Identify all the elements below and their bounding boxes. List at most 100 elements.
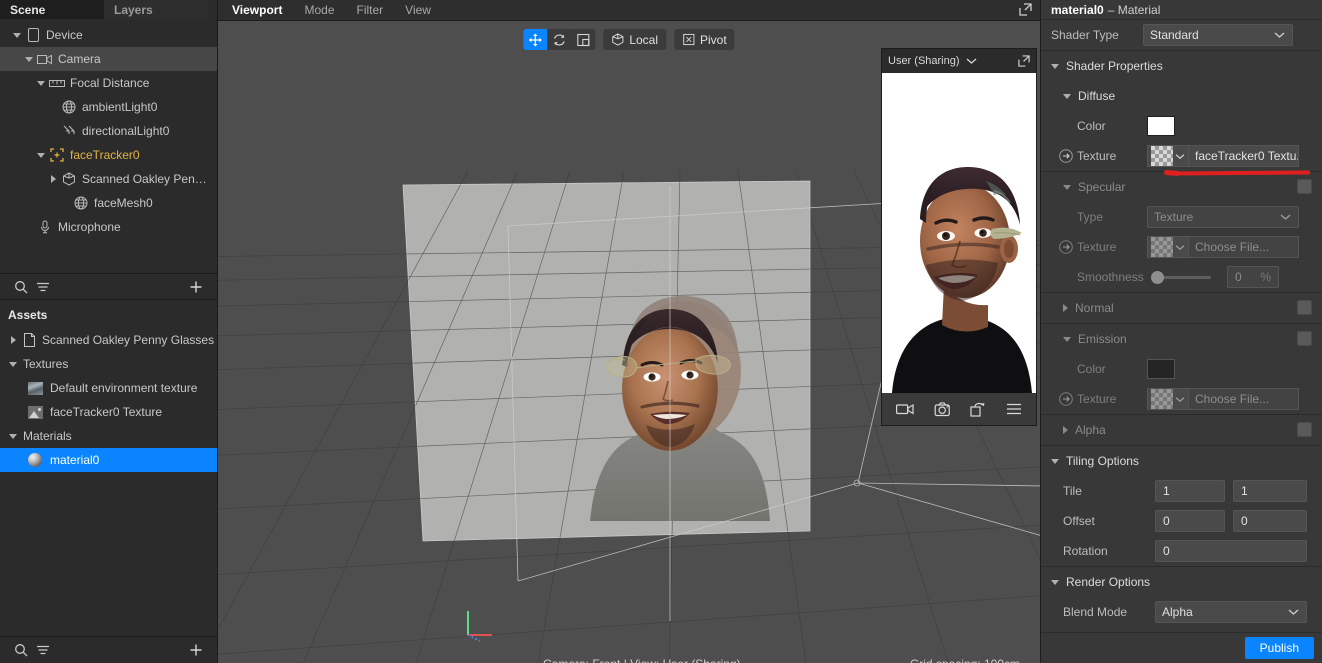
percent-unit: %: [1260, 270, 1271, 285]
render-options-section[interactable]: Render Options: [1041, 567, 1322, 597]
emission-texture-picker[interactable]: Choose File...: [1147, 388, 1299, 411]
alpha-section[interactable]: Alpha: [1041, 415, 1322, 445]
search-icon[interactable]: [10, 276, 32, 298]
menu-viewport[interactable]: Viewport: [232, 3, 282, 17]
tree-item-microphone[interactable]: Microphone: [0, 215, 217, 239]
normal-toggle[interactable]: [1297, 300, 1312, 316]
inspector-title: material0 – Material: [1041, 0, 1322, 20]
tile-y-value: 1: [1241, 484, 1248, 499]
specular-texture-value[interactable]: Choose File...: [1188, 236, 1299, 259]
menu-view[interactable]: View: [405, 3, 431, 17]
asset-facetracker0-texture[interactable]: faceTracker0 Texture: [0, 400, 217, 424]
chevron-down-icon: [1175, 396, 1185, 403]
twisty-down-icon[interactable]: [10, 32, 24, 38]
expand-icon[interactable]: [1019, 3, 1032, 16]
tree-item-camera[interactable]: Camera: [0, 47, 217, 71]
tree-item-facetracker0[interactable]: faceTracker0: [0, 143, 217, 167]
diffuse-texture-row: Texture faceTracker0 Textu...: [1041, 141, 1322, 171]
preview-header: User (Sharing): [882, 49, 1036, 73]
twisty-right-icon[interactable]: [46, 175, 60, 183]
offset-x-input[interactable]: 0: [1155, 510, 1225, 533]
diffuse-texture-picker[interactable]: faceTracker0 Textu...: [1147, 145, 1299, 168]
asset-group-materials[interactable]: Materials: [0, 424, 217, 448]
reset-icon[interactable]: [970, 402, 986, 417]
tree-item-ambientlight0[interactable]: ambientLight0: [0, 95, 217, 119]
specular-texture-picker[interactable]: Choose File...: [1147, 236, 1299, 259]
record-video-icon[interactable]: [895, 402, 914, 416]
smoothness-slider[interactable]: [1151, 270, 1211, 284]
menu-icon[interactable]: [1006, 403, 1022, 415]
inspector-body: Shader Type Standard Shader Properties D…: [1041, 20, 1322, 632]
smoothness-input[interactable]: 0 %: [1227, 266, 1279, 289]
asset-scanned-oakley-penny-glasses[interactable]: Scanned Oakley Penny Glasses: [0, 328, 217, 352]
chevron-down-icon: [1288, 608, 1299, 616]
plus-icon[interactable]: [185, 276, 207, 298]
diffuse-color-swatch[interactable]: [1147, 116, 1175, 137]
inspector-object-type: – Material: [1107, 2, 1161, 17]
twisty-down-icon[interactable]: [6, 361, 20, 367]
popout-icon[interactable]: [1018, 55, 1030, 67]
pivot-button[interactable]: Pivot: [674, 29, 735, 50]
alpha-toggle[interactable]: [1297, 422, 1312, 438]
scale-tool-button[interactable]: [571, 29, 596, 50]
tile-y-input[interactable]: 1: [1233, 480, 1307, 503]
search-icon[interactable]: [10, 639, 32, 661]
tiling-options-section[interactable]: Tiling Options: [1041, 446, 1322, 476]
normal-section[interactable]: Normal: [1041, 293, 1322, 323]
preview-canvas[interactable]: [882, 73, 1036, 393]
asset-group-textures[interactable]: Textures: [0, 352, 217, 376]
specular-toggle[interactable]: [1297, 179, 1312, 195]
menu-mode[interactable]: Mode: [304, 3, 334, 17]
asset-material0[interactable]: material0: [0, 448, 217, 472]
specular-type-select[interactable]: Texture: [1147, 206, 1299, 229]
tree-item-directionallight0[interactable]: directionalLight0: [0, 119, 217, 143]
emission-section[interactable]: Emission: [1041, 324, 1322, 354]
twisty-down-icon[interactable]: [34, 80, 48, 86]
tree-item-device[interactable]: Device: [0, 23, 217, 47]
tile-x-input[interactable]: 1: [1155, 480, 1225, 503]
specular-section[interactable]: Specular: [1041, 172, 1322, 202]
emission-color-swatch[interactable]: [1147, 359, 1175, 380]
menu-filter[interactable]: Filter: [357, 3, 384, 17]
smoothness-row: Smoothness 0 %: [1041, 262, 1322, 292]
shader-type-select[interactable]: Standard: [1143, 24, 1293, 47]
coordinate-space-button[interactable]: Local: [603, 29, 666, 50]
tab-scene[interactable]: Scene: [0, 0, 104, 19]
tree-item-scanned-oakley-penny-glasses[interactable]: Scanned Oakley Penny Gl...: [0, 167, 217, 191]
tab-layers[interactable]: Layers: [104, 0, 208, 19]
plus-icon[interactable]: [185, 639, 207, 661]
shader-properties-section[interactable]: Shader Properties: [1041, 51, 1322, 81]
chevron-down-icon[interactable]: [966, 57, 977, 65]
diffuse-texture-value[interactable]: faceTracker0 Textu...: [1188, 145, 1299, 168]
publish-button[interactable]: Publish: [1244, 636, 1314, 659]
move-tool-button[interactable]: [523, 29, 548, 50]
filter-icon[interactable]: [32, 639, 54, 661]
filter-icon[interactable]: [32, 276, 54, 298]
tree-item-label: Camera: [58, 52, 101, 66]
tree-item-focal-distance[interactable]: Focal Distance: [0, 71, 217, 95]
rotate-tool-button[interactable]: [547, 29, 572, 50]
emission-toggle[interactable]: [1297, 331, 1312, 347]
diffuse-section[interactable]: Diffuse: [1041, 81, 1322, 111]
twisty-right-icon[interactable]: [6, 336, 20, 344]
twisty-down-icon[interactable]: [6, 433, 20, 439]
asset-default-environment-texture[interactable]: Default environment texture: [0, 376, 217, 400]
specular-texture-thumb-button[interactable]: [1147, 236, 1188, 259]
tree-item-label: directionalLight0: [82, 124, 170, 138]
viewport-3d[interactable]: Local Pivot Camera: Front: [218, 21, 1040, 663]
twisty-down-icon[interactable]: [22, 56, 36, 62]
rotation-input[interactable]: 0: [1155, 540, 1307, 563]
twisty-down-icon[interactable]: [34, 152, 48, 158]
diffuse-texture-thumb-button[interactable]: [1147, 145, 1188, 168]
blend-mode-select[interactable]: Alpha: [1155, 601, 1307, 624]
emission-texture-thumb-button[interactable]: [1147, 388, 1188, 411]
tree-item-facemesh0[interactable]: faceMesh0: [0, 191, 217, 215]
emission-texture-value[interactable]: Choose File...: [1188, 388, 1299, 411]
asset-label: Textures: [23, 357, 69, 371]
chevron-down-icon: [1280, 213, 1291, 221]
offset-y-input[interactable]: 0: [1233, 510, 1307, 533]
capture-photo-icon[interactable]: [934, 401, 951, 417]
chevron-down-icon: [1175, 153, 1185, 160]
rotation-value: 0: [1163, 544, 1170, 559]
preview-footer: [882, 393, 1036, 425]
